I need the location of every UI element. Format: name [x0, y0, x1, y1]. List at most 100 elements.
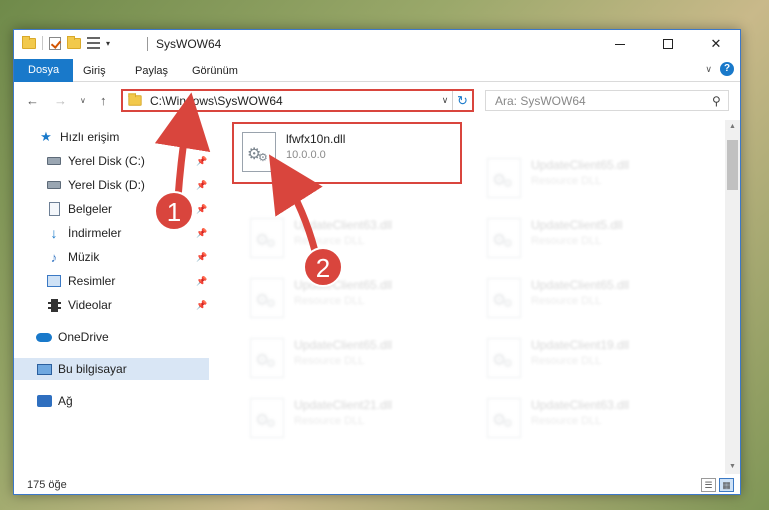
file-name: UpdateClient65.dll — [294, 338, 393, 352]
file-description: Resource DLL — [294, 415, 365, 427]
sidebar-item-label: Yerel Disk (C:) — [68, 154, 145, 168]
status-bar: 175 öğe ☰ ▦ — [14, 474, 740, 496]
videos-icon — [46, 298, 62, 312]
up-arrow-icon[interactable]: ↑ — [100, 93, 107, 108]
pin-icon[interactable]: 📌 — [196, 180, 207, 191]
new-folder-icon[interactable] — [67, 35, 81, 49]
sidebar-item-label: Ağ — [58, 394, 73, 408]
pin-icon[interactable]: 📌 — [196, 204, 207, 215]
address-bar[interactable]: C:\Windows\SysWOW64 ∨ ↻ — [121, 89, 474, 112]
file-item[interactable]: UpdateClient65.dll Resource DLL — [246, 336, 456, 382]
sidebar-item-videos[interactable]: Videolar 📌 — [14, 294, 209, 316]
file-item-highlighted[interactable]: lfwfx10n.dll 10.0.0.0 — [232, 122, 462, 184]
ribbon-tabs: Dosya Giriş Paylaş Görünüm ∨ ? — [14, 58, 740, 82]
scroll-up-arrow-icon[interactable]: ▲ — [725, 120, 740, 134]
file-list: lfwfx10n.dll 10.0.0.0 UpdateClient63.dll… — [223, 120, 725, 474]
item-count: 175 öğe — [27, 479, 67, 491]
dll-file-icon — [250, 278, 284, 318]
file-item[interactable]: UpdateClient65.dll Resource DLL — [483, 276, 693, 322]
pin-icon[interactable]: 📌 — [196, 300, 207, 311]
minimize-icon — [615, 43, 625, 45]
recent-locations-chevron-icon[interactable]: ∨ — [80, 96, 86, 105]
help-icon[interactable]: ? — [720, 62, 734, 76]
file-name: UpdateClient5.dll — [531, 218, 623, 232]
dll-file-icon — [487, 398, 521, 438]
file-item[interactable]: UpdateClient19.dll Resource DLL — [483, 336, 693, 382]
list-properties-icon[interactable] — [87, 37, 100, 49]
pin-icon[interactable]: 📌 — [196, 156, 207, 167]
expand-ribbon-chevron-icon[interactable]: ∨ — [705, 64, 712, 75]
file-name: UpdateClient21.dll — [294, 398, 393, 412]
search-icon[interactable]: ⚲ — [712, 94, 728, 108]
properties-check-icon[interactable] — [49, 36, 61, 50]
explorer-window: ▾ SysWOW64 ✕ Dosya Giriş Paylaş Görünüm … — [13, 29, 741, 495]
dll-file-icon — [487, 338, 521, 378]
tiles-view-icon[interactable]: ▦ — [719, 478, 734, 492]
minimize-button[interactable] — [596, 30, 644, 58]
forward-arrow-icon[interactable]: → — [54, 93, 67, 108]
file-description: Resource DLL — [531, 295, 602, 307]
file-name: UpdateClient19.dll — [531, 338, 630, 352]
back-arrow-icon[interactable]: ← — [26, 93, 39, 108]
dll-file-icon — [487, 218, 521, 258]
file-item[interactable]: UpdateClient21.dll Resource DLL — [246, 396, 456, 442]
sidebar-item-local-disk-d[interactable]: Yerel Disk (D:) 📌 — [14, 174, 209, 196]
title-bar: ▾ SysWOW64 ✕ — [14, 30, 740, 58]
vertical-scrollbar[interactable]: ▲ ▼ — [725, 120, 740, 474]
address-path[interactable]: C:\Windows\SysWOW64 — [150, 94, 438, 108]
sidebar-item-pictures[interactable]: Resimler 📌 — [14, 270, 209, 292]
folder-icon[interactable] — [22, 35, 36, 49]
sidebar-item-network[interactable]: Ağ — [14, 390, 209, 412]
pin-icon[interactable]: 📌 — [196, 252, 207, 263]
pin-icon[interactable]: 📌 — [196, 276, 207, 287]
sidebar-item-onedrive[interactable]: OneDrive — [14, 326, 209, 348]
scroll-thumb[interactable] — [727, 140, 738, 190]
file-description: Resource DLL — [531, 355, 602, 367]
quick-access-toolbar: ▾ — [22, 35, 110, 50]
sidebar-item-local-disk-c[interactable]: Yerel Disk (C:) 📌 — [14, 150, 209, 172]
file-item[interactable]: UpdateClient65.dll Resource DLL — [483, 156, 693, 202]
sidebar-item-quick-access[interactable]: ★ Hızlı erişim — [14, 126, 209, 148]
ribbon-controls: ∨ ? — [705, 62, 734, 76]
computer-icon — [36, 362, 52, 376]
sidebar-item-documents[interactable]: Belgeler 📌 — [14, 198, 209, 220]
refresh-icon[interactable]: ↻ — [452, 91, 472, 110]
file-description: Resource DLL — [531, 175, 602, 187]
file-name: UpdateClient65.dll — [531, 158, 630, 172]
window-controls: ✕ — [596, 30, 740, 58]
scroll-down-arrow-icon[interactable]: ▼ — [725, 460, 740, 474]
tab-view[interactable]: Görünüm — [183, 60, 247, 82]
file-item[interactable]: UpdateClient63.dll Resource DLL — [483, 396, 693, 442]
sidebar-item-label: Bu bilgisayar — [58, 362, 127, 376]
toolbar-divider — [42, 36, 43, 50]
file-name: lfwfx10n.dll — [286, 132, 346, 146]
documents-icon — [46, 202, 62, 216]
sidebar-item-this-pc[interactable]: Bu bilgisayar — [14, 358, 209, 380]
tab-share[interactable]: Paylaş — [126, 60, 177, 82]
details-view-icon[interactable]: ☰ — [701, 478, 716, 492]
search-input[interactable]: Ara: SysWOW64 — [495, 94, 712, 108]
close-button[interactable]: ✕ — [692, 30, 740, 58]
file-description: Resource DLL — [531, 415, 602, 427]
search-box[interactable]: Ara: SysWOW64 ⚲ — [485, 90, 729, 111]
file-name: UpdateClient63.dll — [531, 398, 630, 412]
disk-icon — [46, 154, 62, 168]
sidebar-item-music[interactable]: ♪ Müzik 📌 — [14, 246, 209, 268]
pin-icon[interactable]: 📌 — [196, 228, 207, 239]
sidebar-item-downloads[interactable]: ↓ İndirmeler 📌 — [14, 222, 209, 244]
file-description: Resource DLL — [531, 235, 602, 247]
file-item[interactable]: UpdateClient5.dll Resource DLL — [483, 216, 693, 262]
sidebar-item-label: Videolar — [68, 298, 112, 312]
maximize-button[interactable] — [644, 30, 692, 58]
file-item[interactable]: UpdateClient63.dll Resource DLL — [246, 216, 456, 262]
view-switcher: ☰ ▦ — [701, 478, 734, 492]
file-item[interactable]: UpdateClient65.dll Resource DLL — [246, 276, 456, 322]
address-history-chevron-icon[interactable]: ∨ — [438, 95, 452, 106]
navigation-pane: ★ Hızlı erişim Yerel Disk (C:) 📌 Yerel D… — [14, 120, 209, 474]
downloads-icon: ↓ — [50, 225, 58, 241]
customize-toolbar-chevron-icon[interactable]: ▾ — [106, 39, 110, 48]
tab-home[interactable]: Giriş — [74, 60, 115, 82]
music-icon: ♪ — [50, 249, 58, 265]
tab-file[interactable]: Dosya — [14, 59, 74, 82]
dll-file-icon — [250, 218, 284, 258]
